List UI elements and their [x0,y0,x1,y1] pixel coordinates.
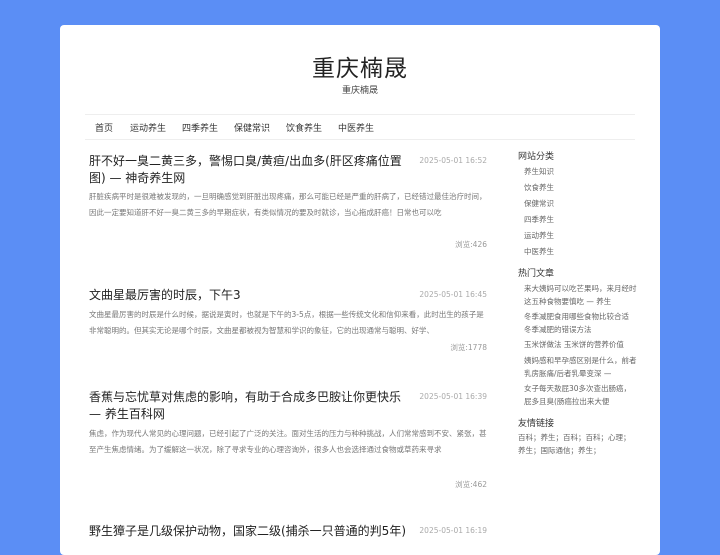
categories-heading: 网站分类 [518,152,555,162]
hot-article-link[interactable]: 姨妈感和早孕感区别是什么，前者乳房胀痛/后者乳晕变深 — [524,354,638,380]
site-subtitle: 重庆楠晟 [341,86,378,96]
hot-article-link[interactable]: 来大姨妈可以吃芒果吗，来月经时这五种食物要慎吃 — 养生 [524,282,638,308]
post-views: 浏览:426 [455,240,487,249]
post-title[interactable]: 野生獐子是几级保护动物，国家二级(捕杀一只普通的判5年) — 养 [89,523,409,540]
nav-item-home[interactable]: 首页 [95,121,113,134]
post-views: 浏览:1778 [450,343,487,352]
page-container: 重庆楠晟 重庆楠晟 首页 运动养生 四季养生 保健常识 饮食养生 中医养生 肝不… [60,25,660,555]
friend-links[interactable]: 百科；养生；百科；百科；心理；养生；国际通信；养生； [518,431,636,457]
post-date: 2025-05-01 16:45 [419,290,487,299]
hot-article-link[interactable]: 玉米饼做法 玉米饼的营养价值 [524,338,638,351]
hot-article-link[interactable]: 冬季减肥食用哪些食物比较合适 冬季减肥的错误方法 [524,310,638,336]
post-date: 2025-05-01 16:39 [419,392,487,401]
category-link[interactable]: 保健常识 [524,198,554,209]
hot-articles-heading: 热门文章 [518,269,555,279]
category-link[interactable]: 养生知识 [524,166,554,177]
post-excerpt: 文曲星最厉害的时辰是什么时候，据说是寅时，也就是下午的3-5点，根据一些传统文化… [89,310,484,335]
nav-item-tcm[interactable]: 中医养生 [338,121,374,134]
main-nav: 首页 运动养生 四季养生 保健常识 饮食养生 中医养生 [85,114,635,140]
nav-item-seasons[interactable]: 四季养生 [182,121,218,134]
post-title[interactable]: 文曲星最厉害的时辰，下午3 [89,287,409,304]
nav-item-diet[interactable]: 饮食养生 [286,121,322,134]
hot-article-link[interactable]: 女子每天敖屁30多次查出肠癌，屁多且臭(肠癌拉出来大便 [524,382,638,408]
nav-item-health-tips[interactable]: 保健常识 [234,121,270,134]
category-link[interactable]: 饮食养生 [524,182,554,193]
site-title[interactable]: 重庆楠晟 [60,49,660,83]
category-link[interactable]: 运动养生 [524,230,554,241]
category-link[interactable]: 四季养生 [524,214,554,225]
nav-item-sports[interactable]: 运动养生 [130,121,166,134]
category-link[interactable]: 中医养生 [524,246,554,257]
post-date: 2025-05-01 16:19 [419,526,487,535]
post-views: 浏览:462 [455,480,487,489]
post-title[interactable]: 香蕉与忘忧草对焦虑的影响，有助于合成多巴胺让你更快乐 — 养生百科网 [89,389,409,423]
post-date: 2025-05-01 16:52 [419,156,487,165]
post-excerpt: 焦虑，作为现代人常见的心理问题，已经引起了广泛的关注。面对生活的压力与种种挑战，… [89,429,487,454]
post-excerpt: 肝脏疾病平时是很难被发现的，一旦明确感觉到肝脏出现疼痛，那么可能已经是严重的肝病… [89,192,487,217]
friend-links-heading: 友情链接 [518,419,555,429]
post-title[interactable]: 肝不好一臭二黄三多，警惕口臭/黄疸/出血多(肝区疼痛位置图) — 神奇养生网 [89,153,409,187]
